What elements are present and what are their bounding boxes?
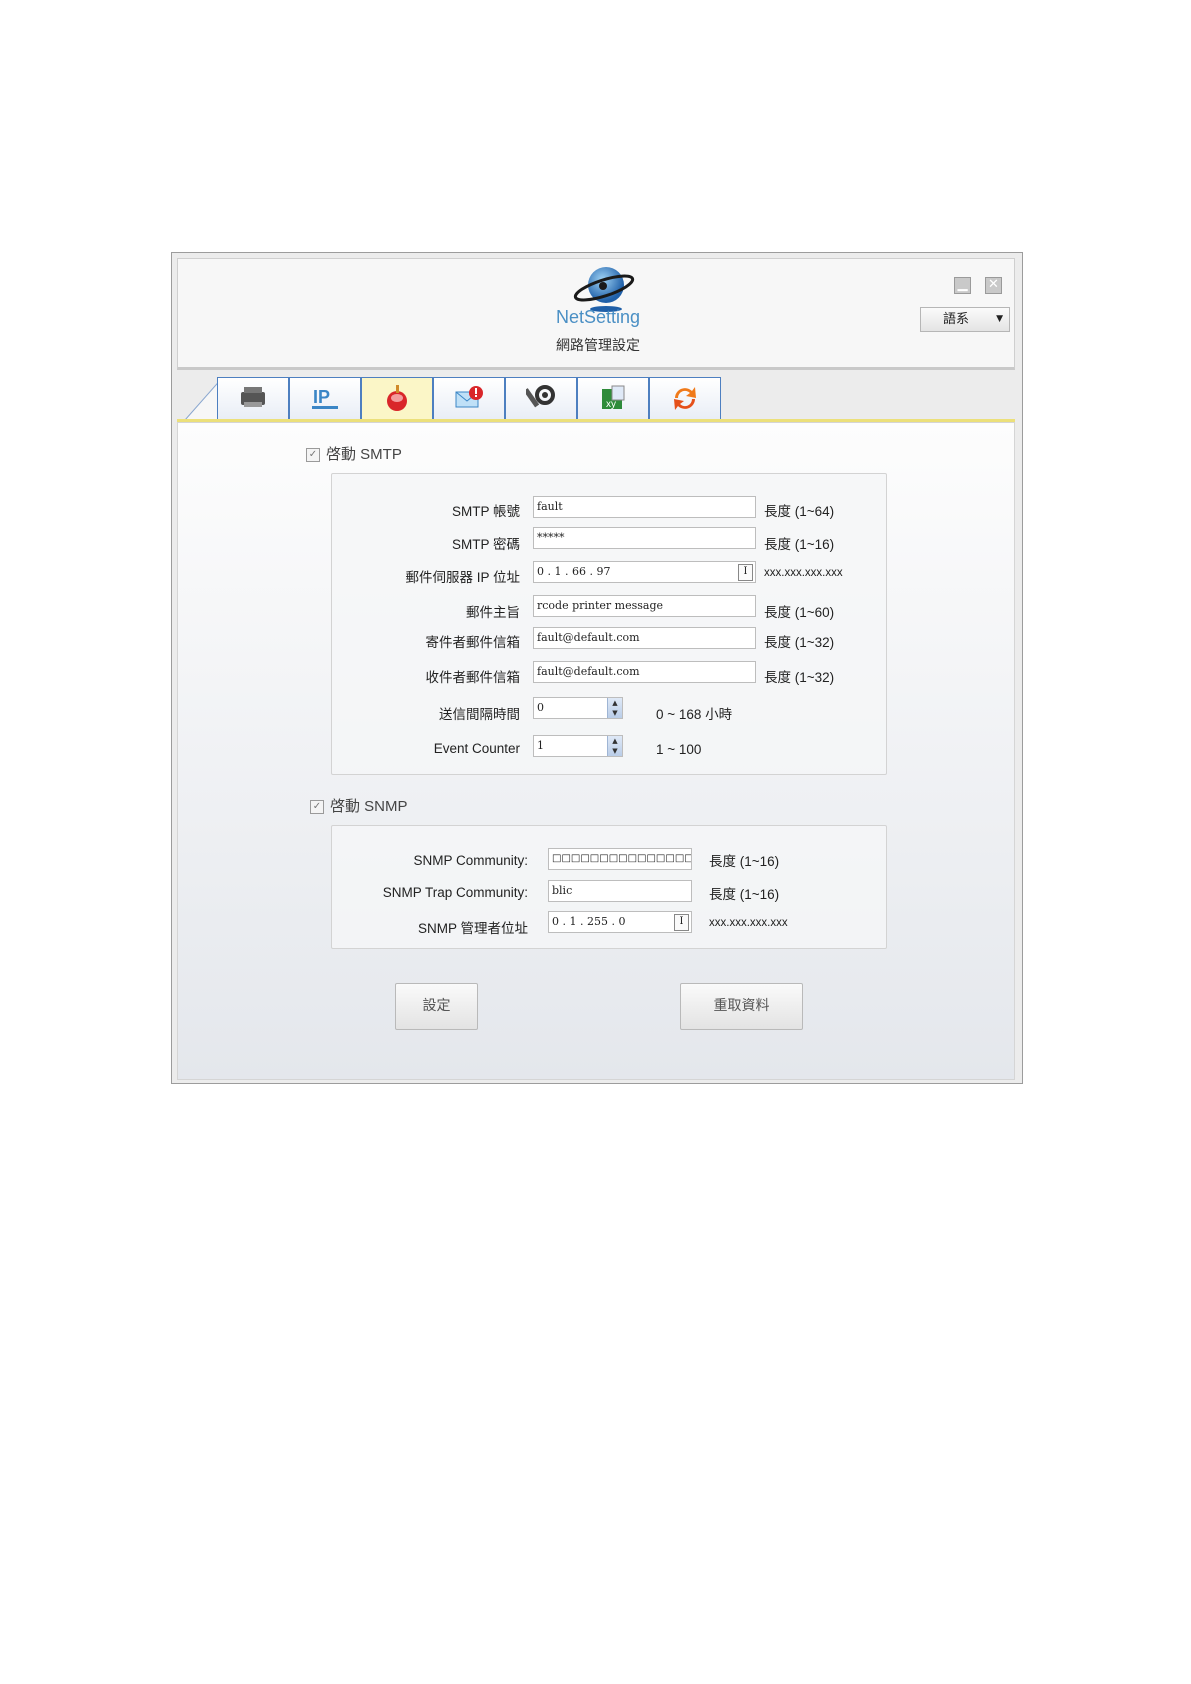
spin-down-icon[interactable]: ▼	[608, 746, 622, 756]
refresh-icon	[674, 387, 696, 410]
sender-email-label: 寄件者郵件信箱	[425, 635, 521, 650]
reload-data-button[interactable]: 重取資料	[680, 983, 803, 1030]
snmp-community-label: SNMP Community:	[413, 853, 528, 868]
spin-up-icon[interactable]: ▲	[608, 736, 622, 746]
recipient-email-label: 收件者郵件信箱	[425, 670, 521, 685]
tab-refresh[interactable]	[649, 377, 721, 419]
alert-bell-icon	[387, 385, 407, 411]
tab-ip-network[interactable]: IP	[289, 377, 361, 419]
smtp-account-input[interactable]: fault	[533, 496, 756, 518]
recipient-email-input[interactable]: fault@default.com	[533, 661, 756, 683]
excel-icon: xy	[602, 385, 625, 410]
send-interval-hint: 0 ~ 168 小時	[656, 707, 733, 722]
brand-name: NetSetting	[555, 307, 641, 327]
ip-cursor-icon[interactable]: I	[674, 914, 689, 931]
email-alert-icon	[455, 386, 483, 408]
snmp-community-hint: 長度 (1~16)	[709, 854, 780, 869]
mail-server-ip-label: 郵件伺服器 IP 位址	[405, 570, 520, 585]
snmp-trap-community-hint: 長度 (1~16)	[709, 887, 780, 902]
chevron-down-icon: ▼	[996, 314, 1003, 324]
snmp-manager-ip-label: SNMP 管理者位址	[417, 921, 528, 936]
smtp-enable-checkbox[interactable]: ✓	[306, 448, 320, 463]
smtp-password-hint: 長度 (1~16)	[764, 537, 835, 552]
tab-printer[interactable]	[217, 377, 289, 419]
mail-subject-input[interactable]: rcode printer message	[533, 595, 756, 617]
event-counter-value: 1	[537, 739, 544, 752]
send-interval-value: 0	[537, 701, 544, 714]
snmp-community-input[interactable]: □□□□□□□□□□□□□□□□	[548, 848, 692, 870]
snmp-trap-community-label: SNMP Trap Community:	[382, 885, 528, 900]
minimize-button[interactable]: ▁	[954, 277, 971, 294]
mail-server-ip-input[interactable]: 0 . 1 . 66 . 97 I	[533, 561, 756, 583]
tools-icon	[526, 385, 555, 408]
send-interval-spinner[interactable]: ▲ ▼	[607, 698, 622, 718]
mail-server-ip-value: 0 . 1 . 66 . 97	[537, 565, 611, 578]
smtp-account-label: SMTP 帳號	[451, 504, 520, 519]
alert-settings-panel: ✓ 啓動 SMTP SMTP 帳號 fault 長度 (1~64) SMTP 密碼…	[177, 422, 1015, 1080]
netsetting-window: NetSetting 網路管理設定 ▁ ✕ 語系 ▼ IP xy ✓ 啓動 SM…	[171, 252, 1023, 1084]
recipient-email-hint: 長度 (1~32)	[764, 670, 835, 685]
printer-icon	[241, 387, 265, 407]
tab-alert[interactable]	[361, 377, 433, 419]
sender-email-input[interactable]: fault@default.com	[533, 627, 756, 649]
smtp-account-hint: 長度 (1~64)	[764, 504, 835, 519]
tab-bar: IP xy	[177, 377, 1015, 421]
snmp-enable-row[interactable]: ✓ 啓動 SNMP	[310, 795, 408, 816]
header: NetSetting 網路管理設定 ▁ ✕ 語系 ▼	[177, 258, 1015, 370]
snmp-manager-ip-input[interactable]: 0 . 1 . 255 . 0 I	[548, 911, 692, 933]
spin-up-icon[interactable]: ▲	[608, 698, 622, 708]
smtp-enable-label: 啓動 SMTP	[326, 446, 402, 463]
smtp-password-label: SMTP 密碼	[451, 537, 520, 552]
ip-network-icon: IP	[312, 387, 338, 409]
smtp-password-input[interactable]: *****	[533, 527, 756, 549]
page-title: 網路管理設定	[556, 338, 640, 354]
send-interval-stepper[interactable]: 0 ▲ ▼	[533, 697, 623, 719]
ip-cursor-icon[interactable]: I	[738, 564, 753, 581]
snmp-manager-ip-hint: xxx.xxx.xxx.xxx	[709, 917, 788, 929]
spin-down-icon[interactable]: ▼	[608, 708, 622, 718]
snmp-manager-ip-value: 0 . 1 . 255 . 0	[552, 915, 626, 928]
language-select[interactable]: 語系 ▼	[920, 307, 1010, 332]
language-select-value: 語系	[943, 312, 970, 327]
event-counter-stepper[interactable]: 1 ▲ ▼	[533, 735, 623, 757]
event-counter-hint: 1 ~ 100	[656, 742, 702, 757]
event-counter-spinner[interactable]: ▲ ▼	[607, 736, 622, 756]
mail-server-ip-hint: xxx.xxx.xxx.xxx	[764, 567, 843, 579]
sender-email-hint: 長度 (1~32)	[764, 635, 835, 650]
svg-text:IP: IP	[313, 387, 330, 407]
svg-text:xy: xy	[606, 399, 616, 410]
tab-email-alert[interactable]	[433, 377, 505, 419]
mail-subject-hint: 長度 (1~60)	[764, 605, 835, 620]
set-button[interactable]: 設定	[395, 983, 478, 1030]
snmp-trap-community-input[interactable]: blic	[548, 880, 692, 902]
tab-tools[interactable]	[505, 377, 577, 419]
mail-subject-label: 郵件主旨	[466, 605, 520, 620]
smtp-enable-row[interactable]: ✓ 啓動 SMTP	[306, 443, 402, 464]
snmp-enable-checkbox[interactable]: ✓	[310, 800, 324, 815]
event-counter-label: Event Counter	[433, 741, 520, 756]
close-button[interactable]: ✕	[985, 277, 1002, 294]
snmp-enable-label: 啓動 SNMP	[330, 798, 408, 815]
tab-excel[interactable]: xy	[577, 377, 649, 419]
send-interval-label: 送信間隔時間	[439, 707, 520, 722]
